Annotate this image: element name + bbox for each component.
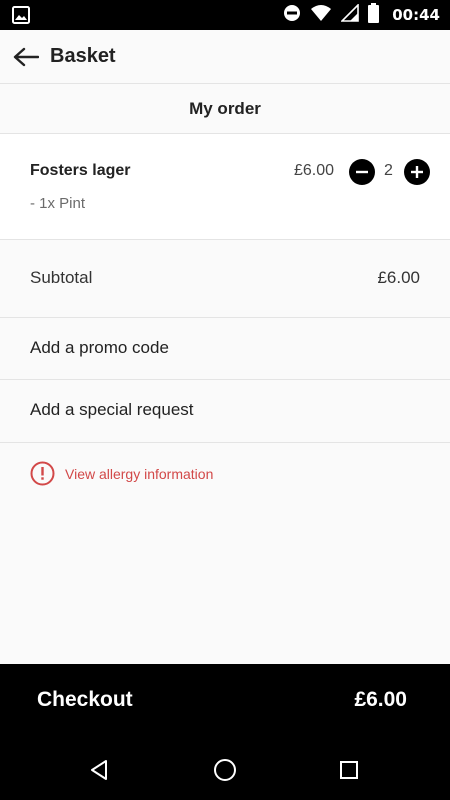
app-bar: Basket <box>0 30 450 84</box>
special-request-row[interactable]: Add a special request <box>0 380 450 443</box>
item-name: Fosters lager <box>30 162 131 179</box>
status-time: 00:44 <box>392 6 440 24</box>
decrease-quantity-button[interactable] <box>349 159 375 185</box>
allergy-info-label: View allergy information <box>65 465 214 482</box>
item-price: £6.00 <box>294 162 335 179</box>
square-recents-icon <box>340 761 358 779</box>
circle-home-icon <box>214 759 236 781</box>
minus-icon <box>356 170 368 174</box>
subtotal-value: £6.00 <box>377 268 420 287</box>
special-request-label: Add a special request <box>30 400 194 419</box>
alert-circle-icon <box>30 461 55 486</box>
section-title: My order <box>0 84 450 134</box>
item-option: - 1x Pint <box>30 195 86 212</box>
arrow-left-icon <box>13 47 39 67</box>
nav-back-button[interactable] <box>85 756 113 784</box>
page-title: Basket <box>50 45 116 67</box>
wifi-icon <box>310 4 332 27</box>
status-bar: 00:44 <box>0 0 450 30</box>
nav-home-button[interactable] <box>211 756 239 784</box>
checkout-label: Checkout <box>37 688 133 711</box>
promo-code-label: Add a promo code <box>30 338 169 357</box>
image-notification-icon <box>12 6 30 29</box>
plus-icon <box>411 166 423 178</box>
do-not-disturb-icon <box>283 4 301 27</box>
battery-icon <box>368 2 380 28</box>
triangle-back-icon <box>91 760 107 780</box>
checkout-total: £6.00 <box>354 688 407 711</box>
subtotal-label: Subtotal <box>30 268 93 287</box>
allergy-info-link[interactable]: View allergy information <box>30 461 213 486</box>
promo-code-row[interactable]: Add a promo code <box>0 318 450 380</box>
subtotal-row: Subtotal £6.00 <box>0 240 450 318</box>
signal-icon <box>340 2 360 27</box>
increase-quantity-button[interactable] <box>404 159 430 185</box>
item-quantity: 2 <box>384 162 393 179</box>
nav-recents-button[interactable] <box>335 756 363 784</box>
back-button[interactable] <box>12 44 40 70</box>
checkout-button[interactable]: Checkout £6.00 <box>0 664 450 740</box>
order-item: Fosters lager - 1x Pint £6.00 2 <box>0 134 450 240</box>
system-nav-bar <box>0 740 450 800</box>
